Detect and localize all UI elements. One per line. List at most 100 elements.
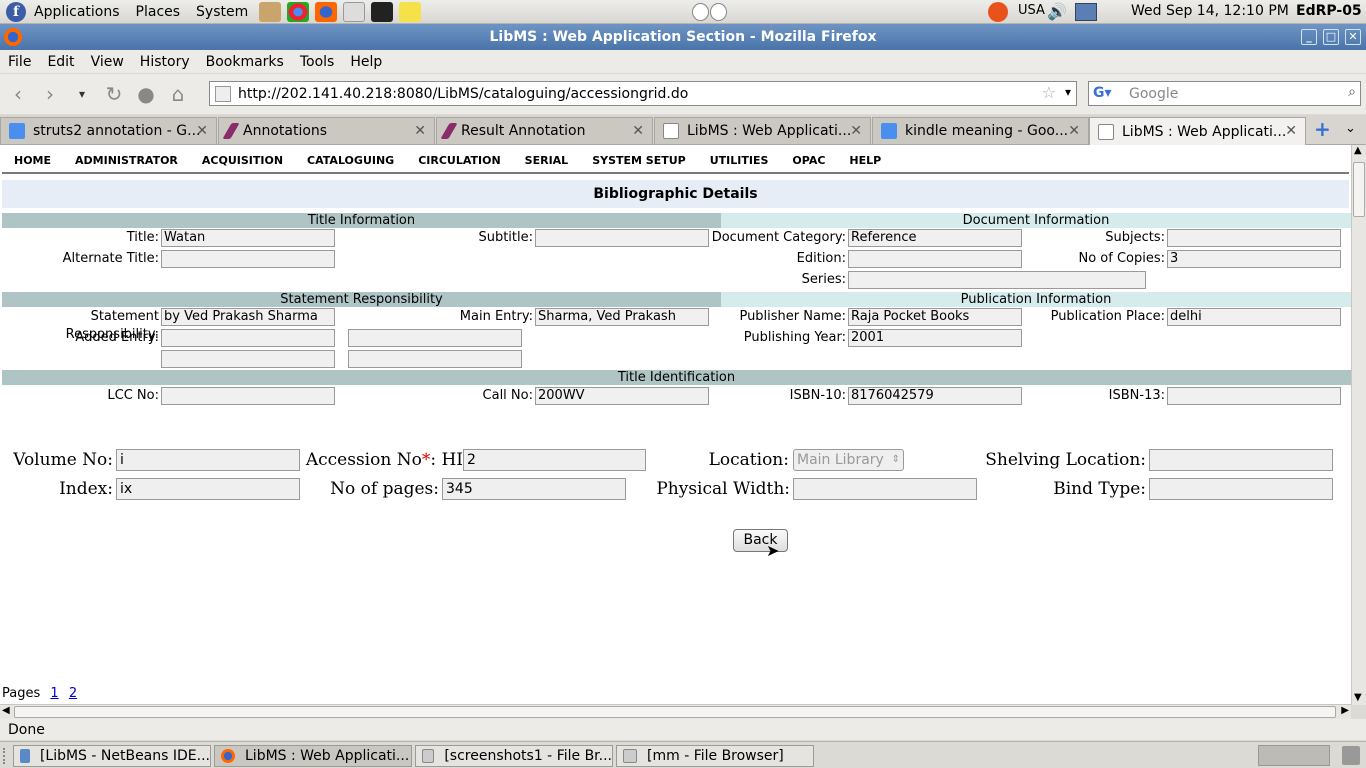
publishing-year-field[interactable]: 2001	[848, 329, 1022, 347]
statement-responsibility-field[interactable]: by Ved Prakash Sharma	[161, 308, 335, 326]
places-menu[interactable]: Places	[128, 0, 189, 24]
horizontal-scrollbar[interactable]: ◀ ▶	[0, 704, 1351, 719]
stop-icon[interactable]: ●	[132, 80, 160, 108]
home-icon[interactable]: ⌂	[164, 80, 192, 108]
volume-icon[interactable]: 🔊	[1047, 2, 1067, 21]
lcc-no-field[interactable]	[161, 387, 335, 405]
close-tab-icon[interactable]: ✕	[850, 123, 862, 139]
menu-file[interactable]: File	[0, 54, 39, 70]
no-of-pages-field[interactable]: 345	[442, 478, 626, 500]
added-entry-field-1[interactable]	[161, 329, 335, 347]
url-dropdown-icon[interactable]: ▾	[1065, 85, 1071, 99]
close-tab-icon[interactable]: ✕	[1068, 123, 1080, 139]
edition-field[interactable]	[848, 250, 1022, 268]
nav-serial[interactable]: SERIAL	[513, 154, 581, 167]
vertical-scrollbar[interactable]: ▲ ▼	[1351, 145, 1366, 705]
alternate-title-field[interactable]	[161, 250, 335, 268]
series-field[interactable]	[848, 271, 1146, 289]
close-tab-icon[interactable]: ✕	[632, 123, 644, 139]
tab-struts2[interactable]: struts2 annotation - G... ✕	[0, 117, 217, 144]
task-mm[interactable]: [mm - File Browser]	[616, 745, 814, 767]
task-firefox[interactable]: LibMS : Web Applicati...	[214, 745, 412, 767]
back-button[interactable]: Back	[733, 529, 788, 552]
tab-result-annotation[interactable]: Result Annotation ✕	[436, 117, 653, 144]
book-launcher-icon[interactable]	[259, 1, 282, 22]
search-bar[interactable]: G▾ Google ⌕	[1088, 81, 1361, 106]
subjects-field[interactable]	[1167, 229, 1341, 247]
close-window-icon[interactable]: ✕	[1345, 29, 1361, 45]
tab-libms-active[interactable]: LibMS : Web Applicati... ✕	[1089, 117, 1306, 145]
forward-arrow-icon[interactable]: ›	[36, 80, 64, 108]
search-icon[interactable]: ⌕	[1348, 84, 1356, 100]
minimize-icon[interactable]: _	[1301, 29, 1317, 45]
document-category-field[interactable]: Reference	[848, 229, 1022, 247]
nav-acquisition[interactable]: ACQUISITION	[190, 154, 295, 167]
page-link-2[interactable]: 2	[69, 686, 77, 701]
vertical-scroll-thumb[interactable]	[1353, 162, 1365, 217]
history-dropdown-icon[interactable]: ▾	[68, 80, 96, 108]
nav-system-setup[interactable]: SYSTEM SETUP	[580, 154, 698, 167]
url-bar[interactable]: http://202.141.40.218:8080/LibMS/catalog…	[209, 81, 1077, 106]
keyboard-layout[interactable]: USA	[1018, 3, 1045, 18]
scroll-down-icon[interactable]: ▼	[1354, 692, 1362, 703]
clock[interactable]: Wed Sep 14, 12:10 PM	[1131, 3, 1289, 19]
system-menu[interactable]: System	[188, 0, 256, 24]
tab-list-icon[interactable]: ⌄	[1345, 121, 1356, 136]
no-of-copies-field[interactable]: 3	[1167, 250, 1341, 268]
page-link-1[interactable]: 1	[50, 686, 58, 701]
terminal-launcher-icon[interactable]	[371, 1, 394, 22]
trash-icon[interactable]	[1342, 746, 1360, 765]
added-entry-field-4[interactable]	[348, 350, 522, 368]
fedora-logo-icon[interactable]: f	[6, 1, 26, 22]
tab-libms-1[interactable]: LibMS : Web Applicati... ✕	[654, 117, 871, 144]
task-screenshots[interactable]: [screenshots1 - File Br...	[415, 745, 613, 767]
applications-menu[interactable]: Applications	[26, 0, 128, 24]
volume-no-field[interactable]: i	[116, 449, 300, 471]
maximize-icon[interactable]: □	[1323, 29, 1339, 45]
close-tab-icon[interactable]: ✕	[1285, 123, 1297, 139]
workspace-switcher[interactable]	[1258, 745, 1330, 766]
isbn-13-field[interactable]	[1167, 387, 1341, 405]
call-no-field[interactable]: 200WV	[535, 387, 709, 405]
menu-view[interactable]: View	[83, 54, 132, 70]
menu-history[interactable]: History	[132, 54, 198, 70]
back-arrow-icon[interactable]: ‹	[4, 80, 32, 108]
new-tab-icon[interactable]: +	[1314, 117, 1331, 141]
publication-place-field[interactable]: delhi	[1167, 308, 1341, 326]
nav-utilities[interactable]: UTILITIES	[698, 154, 781, 167]
firefox-icon[interactable]	[4, 28, 22, 46]
nav-home[interactable]: HOME	[2, 154, 63, 167]
physical-width-field[interactable]	[793, 478, 977, 500]
menu-edit[interactable]: Edit	[39, 54, 82, 70]
reload-icon[interactable]: ↻	[100, 80, 128, 108]
bind-type-field[interactable]	[1149, 478, 1333, 500]
horizontal-scroll-thumb[interactable]	[14, 706, 1336, 718]
close-tab-icon[interactable]: ✕	[414, 123, 426, 139]
isbn-10-field[interactable]: 8176042579	[848, 387, 1022, 405]
menu-help[interactable]: Help	[342, 54, 390, 70]
accession-no-field[interactable]: 2	[463, 449, 646, 471]
publisher-name-field[interactable]: Raja Pocket Books	[848, 308, 1022, 326]
nav-administrator[interactable]: ADMINISTRATOR	[63, 154, 190, 167]
shelving-location-field[interactable]	[1149, 449, 1333, 471]
nav-help[interactable]: HELP	[837, 154, 893, 167]
notes-launcher-icon[interactable]	[399, 1, 422, 22]
firefox-launcher-icon[interactable]	[315, 1, 338, 22]
tab-annotations[interactable]: Annotations ✕	[218, 117, 435, 144]
scroll-right-icon[interactable]: ▶	[1341, 705, 1349, 716]
menu-bookmarks[interactable]: Bookmarks	[198, 54, 292, 70]
index-field[interactable]: ix	[116, 478, 300, 500]
nav-cataloguing[interactable]: CATALOGUING	[295, 154, 406, 167]
subtitle-field[interactable]	[535, 229, 709, 247]
update-notifier-icon[interactable]	[988, 2, 1008, 22]
task-netbeans[interactable]: [LibMS - NetBeans IDE...	[13, 745, 211, 767]
network-icon[interactable]	[1075, 3, 1097, 21]
mail-launcher-icon[interactable]	[343, 1, 366, 22]
bookmark-star-icon[interactable]: ☆	[1042, 83, 1056, 102]
close-tab-icon[interactable]: ✕	[196, 123, 208, 139]
menu-tools[interactable]: Tools	[292, 54, 343, 70]
scroll-up-icon[interactable]: ▲	[1354, 145, 1362, 156]
added-entry-field-2[interactable]	[348, 329, 522, 347]
nav-opac[interactable]: OPAC	[780, 154, 837, 167]
nav-circulation[interactable]: CIRCULATION	[406, 154, 512, 167]
